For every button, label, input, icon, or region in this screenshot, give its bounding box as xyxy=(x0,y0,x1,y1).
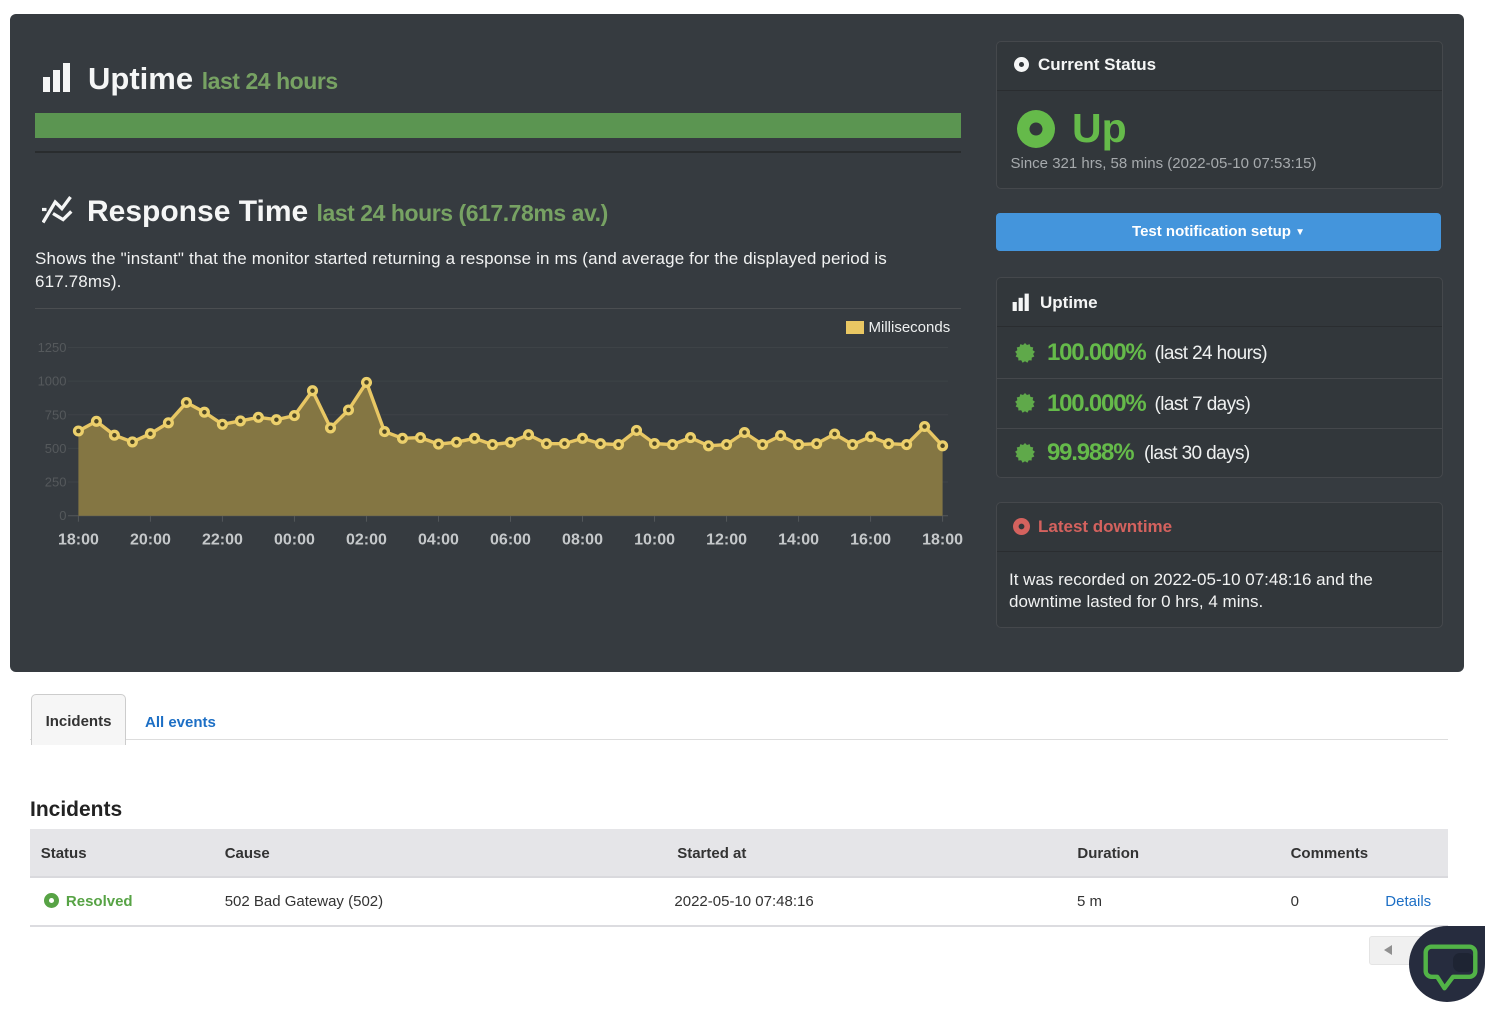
svg-text:06:00: 06:00 xyxy=(490,532,531,549)
svg-text:250: 250 xyxy=(45,475,67,490)
svg-text:18:00: 18:00 xyxy=(58,532,99,549)
svg-text:1250: 1250 xyxy=(38,340,67,355)
svg-text:22:00: 22:00 xyxy=(202,532,243,549)
svg-text:18:00: 18:00 xyxy=(922,532,963,549)
svg-text:16:00: 16:00 xyxy=(850,532,891,549)
svg-text:500: 500 xyxy=(45,441,67,456)
svg-text:1000: 1000 xyxy=(38,374,67,389)
svg-text:08:00: 08:00 xyxy=(562,532,603,549)
svg-text:04:00: 04:00 xyxy=(418,532,459,549)
svg-text:750: 750 xyxy=(45,407,67,422)
svg-text:02:00: 02:00 xyxy=(346,532,387,549)
svg-text:00:00: 00:00 xyxy=(274,532,315,549)
svg-text:0: 0 xyxy=(59,508,66,523)
svg-text:12:00: 12:00 xyxy=(706,532,747,549)
svg-text:10:00: 10:00 xyxy=(634,532,675,549)
svg-text:14:00: 14:00 xyxy=(778,532,819,549)
svg-text:20:00: 20:00 xyxy=(130,532,171,549)
